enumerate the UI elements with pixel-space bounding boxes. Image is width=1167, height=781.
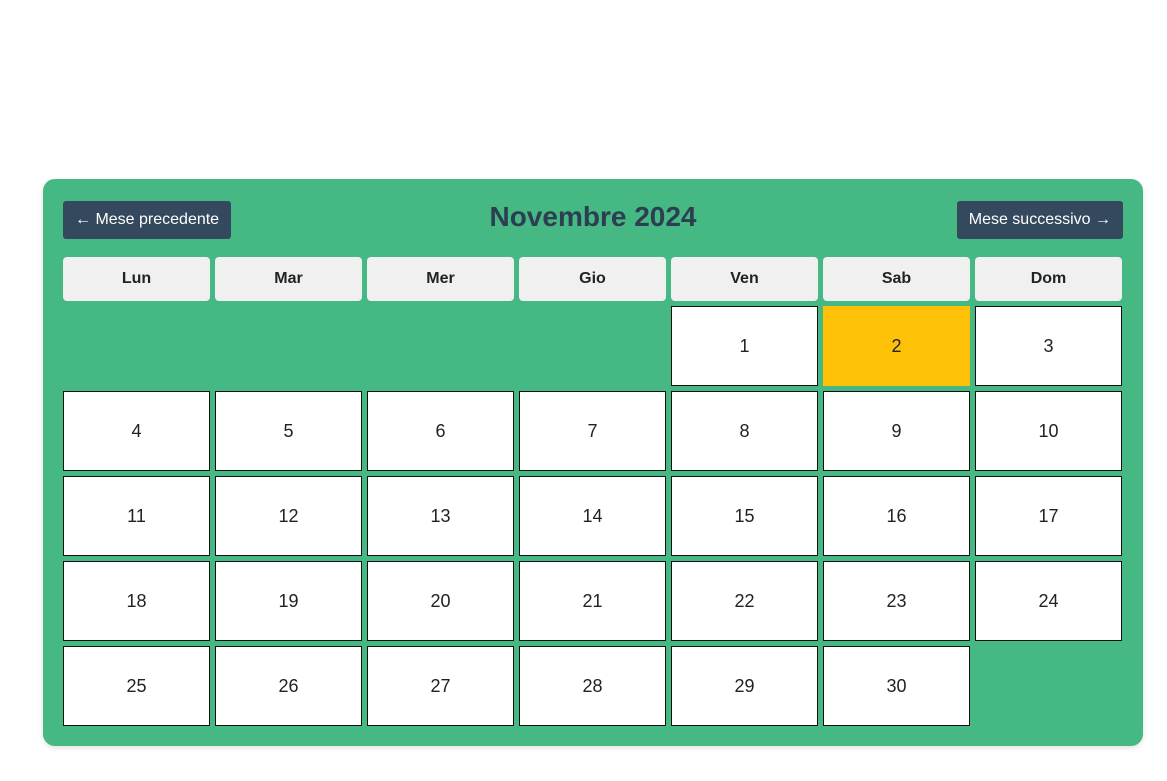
- empty-day-cell: [519, 306, 666, 386]
- weekday-lun: Lun: [63, 257, 210, 301]
- weekday-header-row: Lun Mar Mer Gio Ven Sab Dom: [63, 257, 1123, 301]
- day-cell-7[interactable]: 7: [519, 391, 666, 471]
- weekday-mar: Mar: [215, 257, 362, 301]
- day-cell-8[interactable]: 8: [671, 391, 818, 471]
- day-cell-18[interactable]: 18: [63, 561, 210, 641]
- day-cell-22[interactable]: 22: [671, 561, 818, 641]
- empty-day-cell: [215, 306, 362, 386]
- day-cell-29[interactable]: 29: [671, 646, 818, 726]
- day-cell-25[interactable]: 25: [63, 646, 210, 726]
- day-cell-14[interactable]: 14: [519, 476, 666, 556]
- empty-day-cell: [367, 306, 514, 386]
- day-cell-28[interactable]: 28: [519, 646, 666, 726]
- day-cell-16[interactable]: 16: [823, 476, 970, 556]
- day-cell-21[interactable]: 21: [519, 561, 666, 641]
- day-cell-2[interactable]: 2: [823, 306, 970, 386]
- day-cell-6[interactable]: 6: [367, 391, 514, 471]
- days-grid: 1 2 3 4 5 6 7 8 9 10 11 12 13 14 15 16 17 18 19 20 21 22 23 24 2…: [63, 306, 1123, 726]
- weekday-ven: Ven: [671, 257, 818, 301]
- day-cell-17[interactable]: 17: [975, 476, 1122, 556]
- day-cell-23[interactable]: 23: [823, 561, 970, 641]
- day-cell-27[interactable]: 27: [367, 646, 514, 726]
- day-cell-5[interactable]: 5: [215, 391, 362, 471]
- weekday-mer: Mer: [367, 257, 514, 301]
- day-cell-26[interactable]: 26: [215, 646, 362, 726]
- day-cell-15[interactable]: 15: [671, 476, 818, 556]
- calendar: ← Mese precedente Novembre 2024 Mese suc…: [43, 179, 1143, 746]
- weekday-sab: Sab: [823, 257, 970, 301]
- weekday-dom: Dom: [975, 257, 1122, 301]
- calendar-header: ← Mese precedente Novembre 2024 Mese suc…: [63, 201, 1123, 239]
- day-cell-13[interactable]: 13: [367, 476, 514, 556]
- weekday-gio: Gio: [519, 257, 666, 301]
- day-cell-10[interactable]: 10: [975, 391, 1122, 471]
- day-cell-30[interactable]: 30: [823, 646, 970, 726]
- day-cell-9[interactable]: 9: [823, 391, 970, 471]
- next-month-button[interactable]: Mese successivo →: [956, 201, 1123, 239]
- day-cell-11[interactable]: 11: [63, 476, 210, 556]
- day-cell-1[interactable]: 1: [671, 306, 818, 386]
- day-cell-4[interactable]: 4: [63, 391, 210, 471]
- day-cell-19[interactable]: 19: [215, 561, 362, 641]
- day-cell-24[interactable]: 24: [975, 561, 1122, 641]
- day-cell-3[interactable]: 3: [975, 306, 1122, 386]
- empty-day-cell: [63, 306, 210, 386]
- day-cell-12[interactable]: 12: [215, 476, 362, 556]
- day-cell-20[interactable]: 20: [367, 561, 514, 641]
